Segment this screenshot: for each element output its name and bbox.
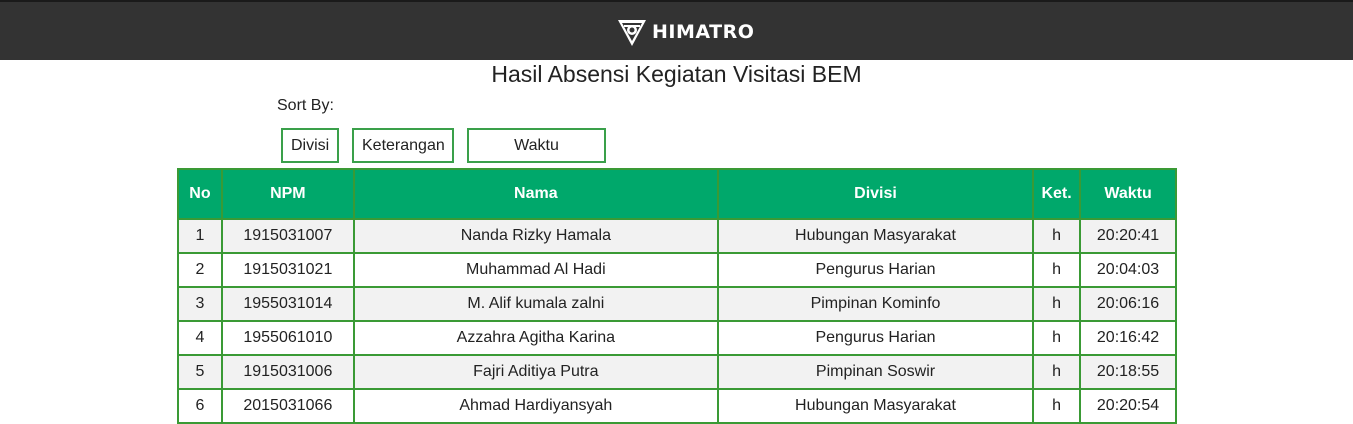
cell-no: 1 — [177, 218, 223, 254]
cell-no: 3 — [177, 286, 223, 322]
cell-ket: h — [1032, 286, 1082, 322]
cell-divisi: Hubungan Masyarakat — [716, 218, 1035, 254]
cell-divisi: Pimpinan Soswir — [716, 354, 1035, 390]
cell-waktu: 20:20:41 — [1079, 218, 1177, 254]
cell-no: 5 — [177, 354, 223, 390]
table-row: 1 1915031007 Nanda Rizky Hamala Hubungan… — [177, 218, 1177, 254]
table-row: 5 1915031006 Fajri Aditiya Putra Pimpina… — [177, 354, 1177, 390]
cell-ket: h — [1032, 388, 1082, 424]
cell-divisi: Pimpinan Kominfo — [716, 286, 1035, 322]
column-header-waktu: Waktu — [1079, 168, 1177, 220]
cell-npm: 1915031021 — [220, 252, 355, 288]
cell-no: 2 — [177, 252, 223, 288]
table-row: 4 1955061010 Azzahra Agitha Karina Pengu… — [177, 320, 1177, 356]
cell-nama: Muhammad Al Hadi — [352, 252, 719, 288]
cell-nama: Nanda Rizky Hamala — [352, 218, 719, 254]
table-header-row: No NPM Nama Divisi Ket. Waktu — [177, 168, 1177, 220]
cell-ket: h — [1032, 218, 1082, 254]
cell-divisi: Hubungan Masyarakat — [716, 388, 1035, 424]
cell-nama: Ahmad Hardiyansyah — [352, 388, 719, 424]
cell-npm: 1955061010 — [220, 320, 355, 356]
page-title: Hasil Absensi Kegiatan Visitasi BEM — [491, 61, 862, 87]
brand[interactable]: HIMATRO — [616, 16, 754, 48]
sort-label: Sort By: — [277, 97, 334, 114]
sort-keterangan-button[interactable]: Keterangan — [352, 128, 454, 163]
cell-waktu: 20:18:55 — [1079, 354, 1177, 390]
column-header-npm: NPM — [220, 168, 355, 220]
column-header-ket: Ket. — [1032, 168, 1082, 220]
sort-divisi-button[interactable]: Divisi — [281, 128, 339, 163]
table-row: 2 1915031021 Muhammad Al Hadi Pengurus H… — [177, 252, 1177, 288]
cell-nama: Fajri Aditiya Putra — [352, 354, 719, 390]
cell-divisi: Pengurus Harian — [716, 320, 1035, 356]
cell-npm: 1915031007 — [220, 218, 355, 254]
himatro-logo-icon — [618, 20, 646, 46]
cell-npm: 1955031014 — [220, 286, 355, 322]
brand-name: HIMATRO — [652, 21, 755, 43]
sort-waktu-button[interactable]: Waktu Pengisian — [467, 128, 606, 185]
cell-ket: h — [1032, 252, 1082, 288]
column-header-no: No — [177, 168, 223, 220]
cell-ket: h — [1032, 320, 1082, 356]
cell-nama: M. Alif kumala zalni — [352, 286, 719, 322]
cell-npm: 1915031006 — [220, 354, 355, 390]
cell-waktu: 20:16:42 — [1079, 320, 1177, 356]
cell-waktu: 20:06:16 — [1079, 286, 1177, 322]
cell-npm: 2015031066 — [220, 388, 355, 424]
cell-ket: h — [1032, 354, 1082, 390]
column-header-divisi: Divisi — [716, 168, 1035, 220]
column-header-nama: Nama — [352, 168, 719, 220]
cell-waktu: 20:20:54 — [1079, 388, 1177, 424]
cell-no: 4 — [177, 320, 223, 356]
cell-waktu: 20:04:03 — [1079, 252, 1177, 288]
table-row: 6 2015031066 Ahmad Hardiyansyah Hubungan… — [177, 388, 1177, 424]
table-row: 3 1955031014 M. Alif kumala zalni Pimpin… — [177, 286, 1177, 322]
top-navbar: HIMATRO — [0, 0, 1353, 60]
attendance-table: No NPM Nama Divisi Ket. Waktu 1 19150310… — [177, 168, 1177, 424]
cell-nama: Azzahra Agitha Karina — [352, 320, 719, 356]
cell-divisi: Pengurus Harian — [716, 252, 1035, 288]
cell-no: 6 — [177, 388, 223, 424]
